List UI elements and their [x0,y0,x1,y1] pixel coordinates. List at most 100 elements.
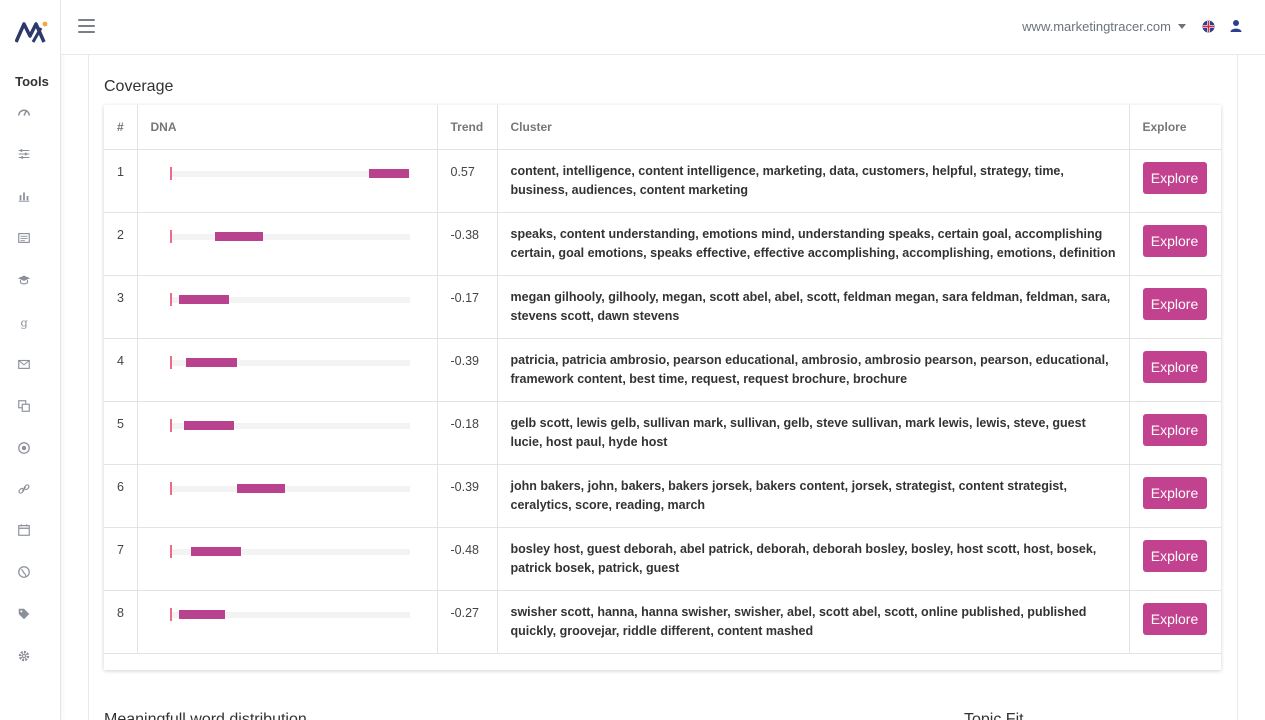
trend-value: 0.57 [437,149,498,213]
site-selector[interactable]: www.marketingtracer.com [1022,19,1186,34]
row-number: 5 [104,401,138,465]
cluster-keywords: megan gilhooly, gilhooly, megan, scott a… [497,275,1130,339]
explore-cell: Explore [1129,527,1221,591]
row-number: 6 [104,464,138,528]
marketingtracer-logo[interactable] [14,20,49,44]
col-header-trend: Trend [437,105,498,150]
explore-cell: Explore [1129,464,1221,528]
explore-cell: Explore [1129,590,1221,654]
dna-marker [169,481,172,495]
row-number: 7 [104,527,138,591]
dna-marker [169,229,172,243]
table-row: 7 -0.48 bosley host, guest deborah, abel p… [104,527,1221,591]
dna-bar [236,483,285,493]
row-number: 4 [104,338,138,402]
dna-cell [137,338,438,402]
sidebar: Tools g [0,0,61,720]
explore-button[interactable]: Explore [1142,476,1207,509]
table-row: 2 -0.38 speaks, content understanding, emo… [104,212,1221,276]
dna-marker [169,166,172,180]
menu-toggle-icon[interactable] [78,19,95,33]
explore-button[interactable]: Explore [1142,602,1207,635]
dna-bar [191,546,242,556]
dna-bar [183,420,235,430]
bar-chart-icon[interactable] [16,188,32,204]
newspaper-icon[interactable] [16,230,32,246]
user-icon[interactable] [1229,19,1243,33]
row-number: 8 [104,590,138,654]
graduation-cap-icon[interactable] [16,272,32,288]
dna-cell [137,464,438,528]
cluster-keywords: gelb scott, lewis gelb, sullivan mark, s… [497,401,1130,465]
explore-cell: Explore [1129,212,1221,276]
tag-icon[interactable] [16,606,32,622]
cluster-keywords: john bakers, john, bakers, bakers jorsek… [497,464,1130,528]
col-header-number: # [104,105,138,150]
dna-bar [186,357,237,367]
cluster-keywords: bosley host, guest deborah, abel patrick… [497,527,1130,591]
explore-cell: Explore [1129,149,1221,213]
dna-cell [137,212,438,276]
explore-button[interactable]: Explore [1142,413,1207,446]
table-row: 3 -0.17 megan gilhooly, gilhooly, megan, s… [104,275,1221,339]
cluster-keywords: content, intelligence, content intellige… [497,149,1130,213]
explore-button[interactable]: Explore [1142,224,1207,257]
dna-marker [169,418,172,432]
gear-icon[interactable] [16,648,32,664]
dna-bar [215,231,264,241]
dna-cell [137,590,438,654]
explore-button[interactable]: Explore [1142,161,1207,194]
globe-icon[interactable] [16,564,32,580]
dna-marker [169,607,172,621]
explore-cell: Explore [1129,275,1221,339]
row-number: 2 [104,212,138,276]
dna-bar [179,609,225,619]
sliders-icon[interactable] [16,146,32,162]
explore-button[interactable]: Explore [1142,350,1207,383]
uk-flag-icon[interactable] [1202,20,1215,33]
dna-marker [169,355,172,369]
coverage-table-body: 1 0.57 content, intelligence, content inte… [104,149,1221,654]
explore-cell: Explore [1129,338,1221,402]
explore-cell: Explore [1129,401,1221,465]
dna-cell [137,149,438,213]
table-row: 5 -0.18 gelb scott, lewis gelb, sullivan m… [104,401,1221,465]
dna-cell [137,401,438,465]
trend-value: -0.17 [437,275,498,339]
trend-value: -0.48 [437,527,498,591]
col-header-dna: DNA [137,105,438,150]
dna-bar [368,168,410,178]
envelope-icon[interactable] [16,356,32,372]
dna-bar [179,294,230,304]
target-icon[interactable] [16,440,32,456]
row-number: 1 [104,149,138,213]
col-header-cluster: Cluster [497,105,1130,150]
cluster-keywords: swisher scott, hanna, hanna swisher, swi… [497,590,1130,654]
explore-button[interactable]: Explore [1142,539,1207,572]
google-icon[interactable]: g [16,314,32,330]
coverage-table: # DNA Trend Cluster Explore 1 0.57 content… [104,105,1221,654]
topbar: www.marketingtracer.com [61,0,1265,55]
table-row: 1 0.57 content, intelligence, content inte… [104,149,1221,213]
link-icon[interactable] [16,481,32,497]
trend-value: -0.18 [437,401,498,465]
dna-track [169,233,410,240]
svg-text:g: g [21,315,28,329]
copy-icon[interactable] [16,398,32,414]
trend-value: -0.27 [437,590,498,654]
dna-track [169,485,410,492]
table-row: 6 -0.39 john bakers, john, bakers, bakers … [104,464,1221,528]
coverage-title: Coverage [104,78,174,95]
dna-marker [169,544,172,558]
speedometer-icon[interactable] [16,104,32,120]
chevron-down-icon [1178,24,1186,29]
table-row: 4 -0.39 patricia, patricia ambrosio, pears… [104,338,1221,402]
cluster-keywords: patricia, patricia ambrosio, pearson edu… [497,338,1130,402]
dna-cell [137,527,438,591]
trend-value: -0.39 [437,338,498,402]
explore-button[interactable]: Explore [1142,287,1207,320]
dna-marker [169,292,172,306]
word-distribution-title: Meaningfull word distribution [104,711,307,720]
table-row: 8 -0.27 swisher scott, hanna, hanna swishe… [104,590,1221,654]
calendar-icon[interactable] [16,522,32,538]
